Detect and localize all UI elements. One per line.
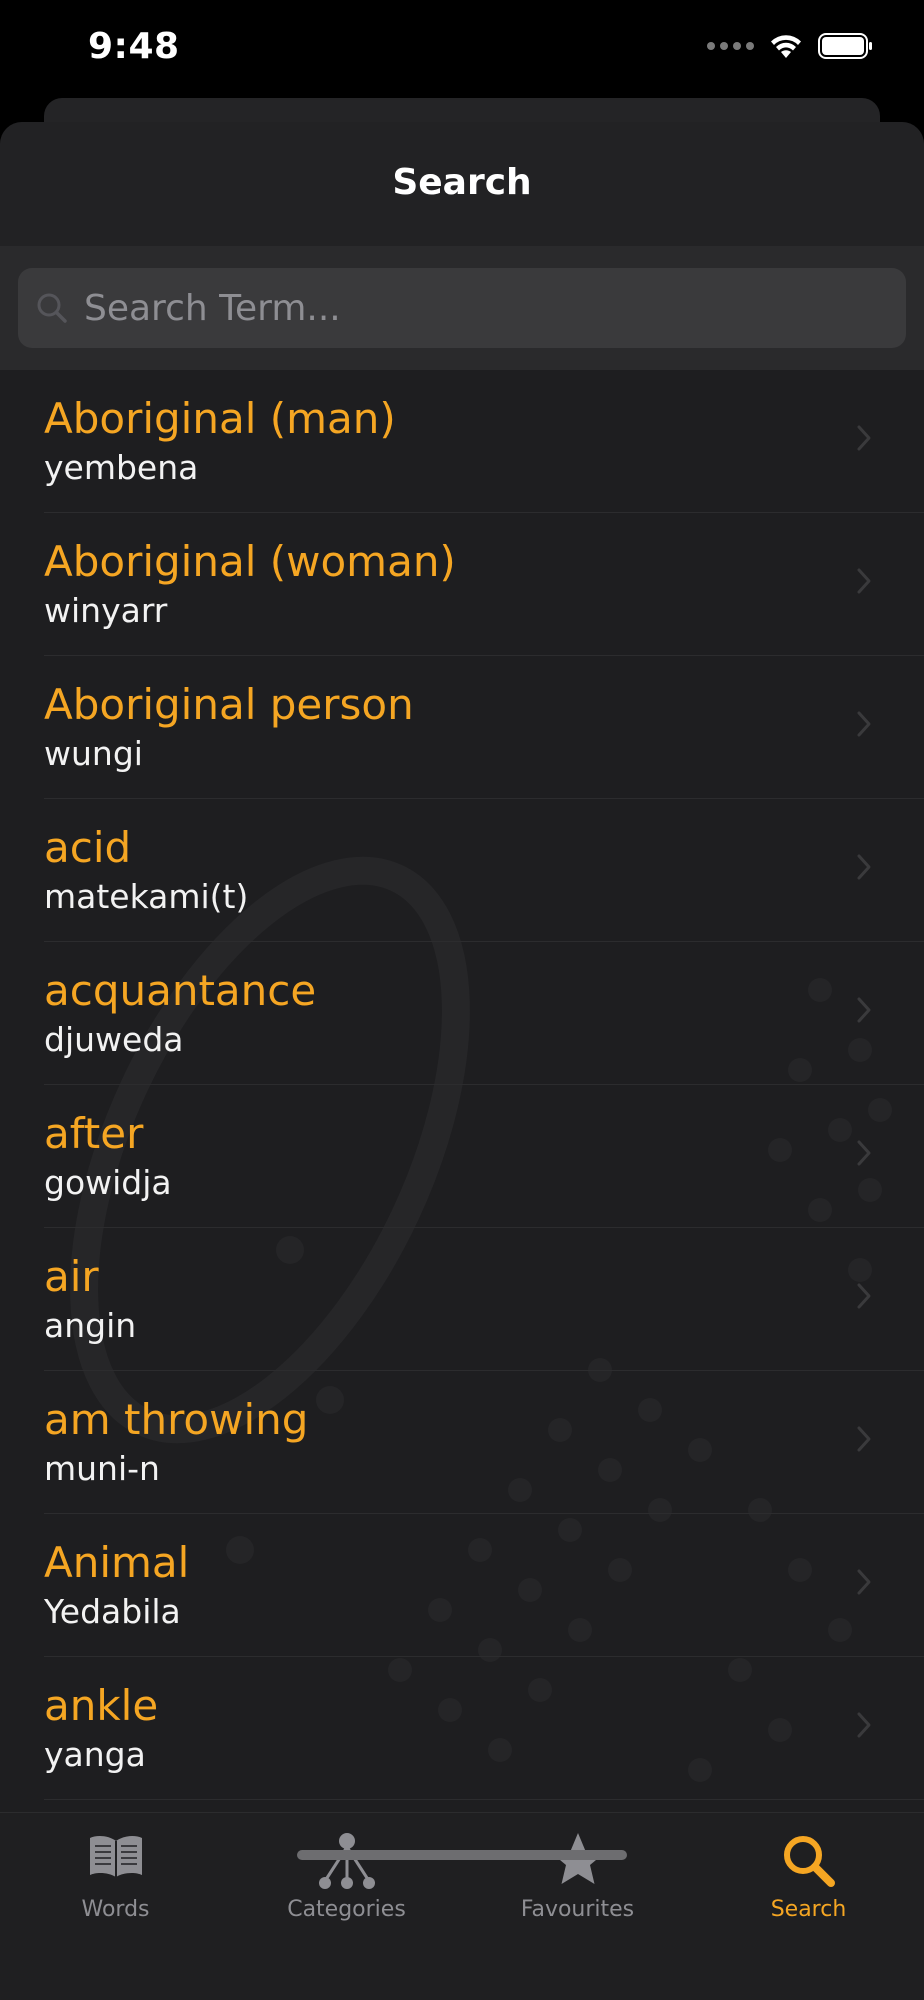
wifi-icon — [768, 32, 804, 60]
word-term: ankle — [44, 1681, 159, 1730]
word-translation: muni-n — [44, 1449, 160, 1488]
list-item[interactable]: Animal Yedabila — [44, 1514, 924, 1657]
chevron-right-icon — [857, 1283, 871, 1309]
cellular-signal-icon — [707, 42, 754, 50]
word-term: acid — [44, 823, 132, 872]
word-translation: matekami(t) — [44, 877, 249, 916]
word-translation: Yedabila — [44, 1592, 181, 1631]
status-time: 9:48 — [88, 26, 180, 67]
home-indicator[interactable] — [297, 1850, 627, 1860]
search-icon — [37, 293, 67, 323]
word-translation: yanga — [44, 1735, 146, 1774]
navigation-bar: Search — [0, 122, 924, 246]
chevron-right-icon — [857, 854, 871, 880]
search-field[interactable] — [18, 268, 906, 348]
chevron-right-icon — [857, 711, 871, 737]
battery-icon — [818, 32, 874, 60]
chevron-right-icon — [857, 1426, 871, 1452]
tab-words[interactable]: Words — [0, 1813, 231, 1943]
word-translation: djuweda — [44, 1020, 184, 1059]
tab-label: Categories — [287, 1897, 406, 1922]
chevron-right-icon — [857, 568, 871, 594]
chevron-right-icon — [857, 1712, 871, 1738]
word-translation: yembena — [44, 448, 199, 487]
chevron-right-icon — [857, 1140, 871, 1166]
word-list[interactable]: Aboriginal (man) yembena Aboriginal (wom… — [0, 370, 924, 1812]
list-item[interactable]: Aboriginal (man) yembena — [44, 370, 924, 513]
list-item[interactable]: ankle yanga — [44, 1657, 924, 1800]
list-item[interactable]: acid matekami(t) — [44, 799, 924, 942]
chevron-right-icon — [857, 1569, 871, 1595]
word-term: Aboriginal (man) — [44, 394, 396, 443]
chevron-right-icon — [857, 425, 871, 451]
word-translation: winyarr — [44, 591, 168, 630]
tab-label: Search — [770, 1897, 847, 1922]
word-term: Aboriginal (woman) — [44, 537, 456, 586]
list-item[interactable]: after gowidja — [44, 1085, 924, 1228]
chevron-right-icon — [857, 997, 871, 1023]
tab-bar: Words Categories Favourites Search — [0, 1812, 924, 2000]
status-bar: 9:48 — [0, 0, 924, 100]
word-translation: angin — [44, 1306, 137, 1345]
word-term: air — [44, 1252, 99, 1301]
list-item[interactable]: Aboriginal (woman) winyarr — [44, 513, 924, 656]
list-item[interactable]: acquantance djuweda — [44, 942, 924, 1085]
network-icon — [318, 1833, 375, 1889]
list-item[interactable]: am throwing muni-n — [44, 1371, 924, 1514]
word-translation: wungi — [44, 734, 143, 773]
word-term: Animal — [44, 1538, 190, 1587]
word-term: acquantance — [44, 966, 317, 1015]
tab-label: Favourites — [520, 1897, 635, 1922]
status-icons — [707, 32, 874, 60]
tab-search[interactable]: Search — [693, 1813, 924, 1943]
word-term: Aboriginal person — [44, 680, 414, 729]
magnifier-icon — [783, 1836, 835, 1887]
tab-categories[interactable]: Categories — [231, 1813, 462, 1943]
search-sheet: Search Search Term... Aboriginal (man) y… — [0, 122, 924, 2000]
search-bar-container — [0, 246, 924, 370]
list-item[interactable]: Aboriginal person wungi — [44, 656, 924, 799]
search-input[interactable] — [84, 268, 884, 348]
tab-favourites[interactable]: Favourites — [462, 1813, 693, 1943]
list-item[interactable]: air angin — [44, 1228, 924, 1371]
word-translation: gowidja — [44, 1163, 172, 1202]
tab-label: Words — [81, 1897, 150, 1922]
book-icon — [89, 1836, 142, 1877]
word-term: am throwing — [44, 1395, 309, 1444]
page-title: Search — [392, 162, 532, 203]
word-term: after — [44, 1109, 144, 1158]
